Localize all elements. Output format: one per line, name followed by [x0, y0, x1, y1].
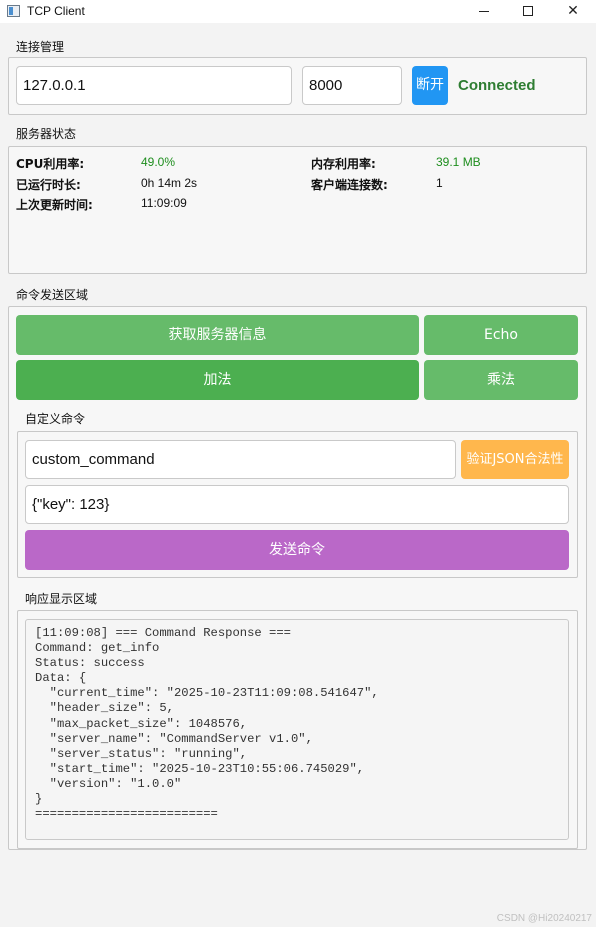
minimize-icon	[479, 11, 489, 12]
mem-value: 39.1 MB	[436, 155, 481, 169]
server-status-group	[8, 146, 587, 274]
host-input[interactable]: 127.0.0.1	[16, 66, 292, 105]
params-input[interactable]: {"key": 123}	[25, 485, 569, 524]
watermark: CSDN @Hi20240217	[496, 913, 592, 924]
command-input[interactable]: custom_command	[25, 440, 456, 479]
custom-group-title: 自定义命令	[25, 412, 86, 426]
close-icon: ✕	[567, 3, 579, 19]
updated-value: 11:09:09	[141, 196, 187, 210]
minimize-button[interactable]	[462, 0, 506, 23]
maximize-button[interactable]	[506, 0, 550, 23]
window-title: TCP Client	[27, 4, 85, 18]
clients-value: 1	[436, 176, 443, 190]
port-input[interactable]: 8000	[302, 66, 402, 105]
command-group-title: 命令发送区域	[16, 288, 89, 302]
response-group-title: 响应显示区域	[25, 592, 98, 606]
response-textarea[interactable]: [11:09:08] === Command Response === Comm…	[25, 619, 569, 840]
disconnect-button[interactable]: 断开	[412, 66, 448, 105]
close-button[interactable]: ✕	[551, 0, 595, 23]
multiply-button[interactable]: 乘法	[424, 360, 578, 400]
server-status-group-title: 服务器状态	[16, 127, 77, 141]
clients-label: 客户端连接数:	[311, 178, 388, 192]
cpu-label: CPU利用率:	[16, 157, 85, 171]
uptime-value: 0h 14m 2s	[141, 176, 198, 190]
connection-status: Connected	[458, 77, 536, 94]
title-bar: TCP Client ✕	[0, 0, 596, 23]
response-text: [11:09:08] === Command Response === Comm…	[35, 626, 379, 822]
updated-label: 上次更新时间:	[16, 198, 93, 212]
echo-button[interactable]: Echo	[424, 315, 578, 355]
mem-label: 内存利用率:	[311, 157, 376, 171]
validate-json-button[interactable]: 验证JSON合法性	[461, 440, 569, 479]
add-button[interactable]: 加法	[16, 360, 419, 400]
connection-group-title: 连接管理	[16, 40, 65, 54]
cpu-value: 49.0%	[141, 155, 176, 169]
maximize-icon	[523, 6, 533, 16]
uptime-label: 已运行时长:	[16, 178, 81, 192]
app-icon	[7, 5, 20, 17]
send-command-button[interactable]: 发送命令	[25, 530, 569, 570]
get-info-button[interactable]: 获取服务器信息	[16, 315, 419, 355]
